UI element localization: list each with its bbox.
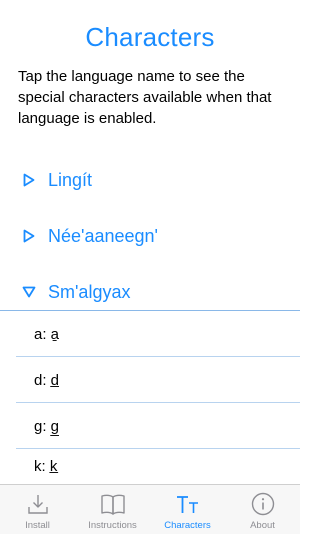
tab-label: Instructions bbox=[88, 520, 137, 531]
language-label: Sm'algyax bbox=[48, 281, 131, 302]
tab-characters[interactable]: Characters bbox=[150, 485, 225, 534]
disclosure-open-icon bbox=[22, 285, 36, 299]
character-row[interactable]: k: k̲ bbox=[0, 449, 300, 484]
language-label: Née'aaneegn' bbox=[48, 225, 158, 246]
character-row[interactable]: d: d̲ bbox=[0, 357, 300, 403]
character-label: d: d̲ bbox=[34, 371, 60, 389]
character-label: a: a̱ bbox=[34, 325, 60, 343]
language-row-lingit[interactable]: Lingít bbox=[0, 162, 300, 198]
character-label: k: k̲ bbox=[34, 458, 58, 475]
book-icon bbox=[100, 491, 126, 517]
language-row-smalgyax[interactable]: Sm'algyax bbox=[0, 274, 300, 310]
tab-label: Install bbox=[25, 520, 50, 531]
tab-about[interactable]: About bbox=[225, 485, 300, 534]
info-icon bbox=[250, 491, 276, 517]
character-label: g: g̲ bbox=[34, 417, 60, 435]
disclosure-closed-icon bbox=[22, 229, 36, 243]
intro-text: Tap the language name to see the special… bbox=[18, 68, 272, 127]
language-row-neeaaneegn[interactable]: Née'aaneegn' bbox=[0, 218, 300, 254]
text-size-icon bbox=[175, 491, 201, 517]
tab-label: Characters bbox=[164, 520, 211, 531]
download-icon bbox=[25, 491, 51, 517]
character-row[interactable]: a: a̱ bbox=[0, 311, 300, 357]
tab-bar: Install Instructions Characters About bbox=[0, 484, 300, 534]
disclosure-closed-icon bbox=[22, 173, 36, 187]
language-label: Lingít bbox=[48, 169, 93, 190]
tab-instructions[interactable]: Instructions bbox=[75, 485, 150, 534]
tab-install[interactable]: Install bbox=[0, 485, 75, 534]
page-title: Characters bbox=[85, 22, 215, 52]
character-row[interactable]: g: g̲ bbox=[0, 403, 300, 449]
tab-label: About bbox=[250, 520, 275, 531]
